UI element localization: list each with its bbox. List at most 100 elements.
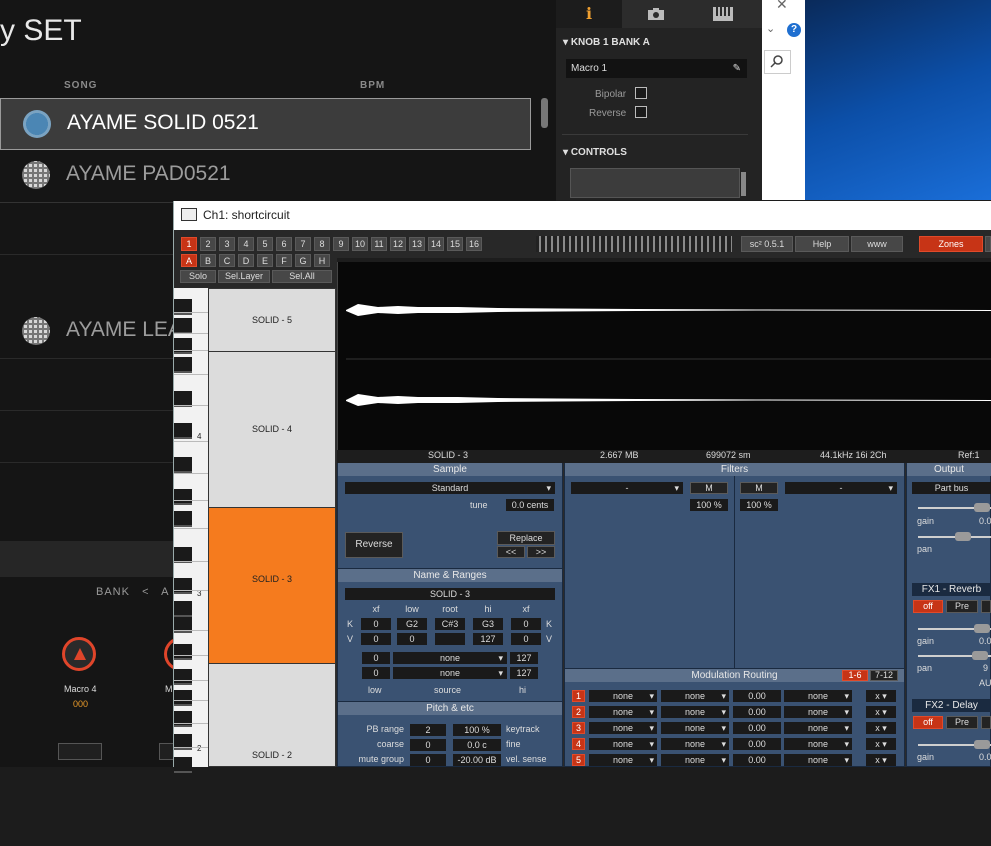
mod-amount[interactable]: 0.00 bbox=[733, 754, 781, 766]
part-button-11[interactable]: 11 bbox=[371, 237, 387, 251]
macro-name-field[interactable]: Macro 1 ✎ bbox=[566, 59, 747, 78]
black-key[interactable] bbox=[174, 423, 192, 439]
mod-slot-number[interactable]: 1 bbox=[572, 690, 585, 702]
velocity-range-value[interactable] bbox=[435, 633, 465, 645]
zone-block[interactable]: SOLID - 4 bbox=[208, 351, 336, 508]
mod-amount[interactable]: 0.00 bbox=[733, 722, 781, 734]
macro-knob[interactable] bbox=[62, 637, 96, 671]
mod-src2-dropdown[interactable]: none ▾ bbox=[661, 722, 729, 734]
sel-layer-button[interactable]: Sel.Layer bbox=[218, 270, 270, 283]
key-range-value[interactable]: 0 bbox=[511, 618, 541, 630]
search-box[interactable] bbox=[764, 50, 791, 74]
filter2-mix[interactable]: 100 % bbox=[740, 499, 778, 511]
layer-button-B[interactable]: B bbox=[200, 254, 216, 267]
zone-block[interactable]: SOLID - 5 bbox=[208, 288, 336, 352]
mod-amount[interactable]: 0.00 bbox=[733, 706, 781, 718]
song-list-scrollbar[interactable] bbox=[541, 98, 548, 128]
zone-block-selected[interactable]: SOLID - 3 bbox=[208, 507, 336, 664]
pitch-value[interactable]: 0.0 c bbox=[453, 739, 501, 751]
filter2-mode-button[interactable]: M bbox=[740, 482, 778, 494]
knob-bank-heading[interactable]: ▾ KNOB 1 BANK A bbox=[563, 37, 650, 48]
mod-curve-dropdown[interactable]: x ▾ bbox=[866, 738, 896, 750]
playmode-dropdown[interactable]: Standard ▾ bbox=[345, 482, 555, 494]
bipolar-checkbox[interactable] bbox=[635, 87, 647, 99]
sel-all-button[interactable]: Sel.All bbox=[272, 270, 332, 283]
mod-src-dropdown[interactable]: none ▾ bbox=[589, 738, 657, 750]
filter1-type-dropdown[interactable]: - ▾ bbox=[571, 482, 683, 494]
mod-curve-dropdown[interactable]: x ▾ bbox=[866, 722, 896, 734]
mod-src2-dropdown[interactable]: none ▾ bbox=[661, 706, 729, 718]
layer-button-H[interactable]: H bbox=[314, 254, 330, 267]
part-button-3[interactable]: 3 bbox=[219, 237, 235, 251]
reverse-button[interactable]: Reverse bbox=[345, 532, 403, 558]
black-key[interactable] bbox=[174, 489, 192, 505]
part-button-13[interactable]: 13 bbox=[409, 237, 425, 251]
gain-slider-handle[interactable] bbox=[974, 503, 990, 512]
layer-button-F[interactable]: F bbox=[276, 254, 292, 267]
velocity-range-value[interactable]: 0 bbox=[397, 633, 427, 645]
black-key[interactable] bbox=[174, 711, 192, 727]
close-icon[interactable]: ✕ bbox=[776, 0, 788, 13]
black-key[interactable] bbox=[174, 338, 192, 354]
controls-area[interactable] bbox=[570, 168, 740, 198]
filter2-type-dropdown[interactable]: - ▾ bbox=[785, 482, 897, 494]
layer-button-E[interactable]: E bbox=[257, 254, 273, 267]
layer-button-C[interactable]: C bbox=[219, 254, 235, 267]
source-low-value[interactable]: 0 bbox=[362, 667, 390, 679]
part-button-15[interactable]: 15 bbox=[447, 237, 463, 251]
mod-slot-number[interactable]: 2 bbox=[572, 706, 585, 718]
mod-src-dropdown[interactable]: none ▾ bbox=[589, 690, 657, 702]
part-button-6[interactable]: 6 bbox=[276, 237, 292, 251]
layer-button-G[interactable]: G bbox=[295, 254, 311, 267]
mod-tab-1-6[interactable]: 1-6 bbox=[842, 670, 868, 681]
part-button-8[interactable]: 8 bbox=[314, 237, 330, 251]
filter1-mix[interactable]: 100 % bbox=[690, 499, 728, 511]
controls-heading[interactable]: ▾ CONTROLS bbox=[563, 147, 627, 158]
fx2-pre-button[interactable]: Pre bbox=[946, 716, 978, 729]
mini-keyboard[interactable] bbox=[536, 236, 732, 252]
mod-slot-number[interactable]: 4 bbox=[572, 738, 585, 750]
black-key[interactable] bbox=[174, 644, 192, 660]
macro-slot[interactable] bbox=[58, 743, 102, 760]
key-range-value[interactable]: G3 bbox=[473, 618, 503, 630]
layer-button-D[interactable]: D bbox=[238, 254, 254, 267]
fx2-gain-handle[interactable] bbox=[974, 740, 990, 749]
song-row[interactable]: AYAME PAD0521 bbox=[0, 150, 529, 200]
part-button-9[interactable]: 9 bbox=[333, 237, 349, 251]
toolbar-button[interactable] bbox=[985, 236, 991, 252]
layer-button-A[interactable]: A bbox=[181, 254, 197, 267]
source-hi-value[interactable]: 127 bbox=[510, 667, 538, 679]
window-titlebar[interactable] bbox=[174, 201, 991, 230]
part-bus-selector[interactable]: Part bus bbox=[912, 482, 991, 494]
mod-dst-dropdown[interactable]: none ▾ bbox=[784, 754, 852, 766]
mod-dst-dropdown[interactable]: none ▾ bbox=[784, 706, 852, 718]
black-key[interactable] bbox=[174, 511, 192, 527]
pitch-value[interactable]: 100 % bbox=[453, 724, 501, 736]
mod-tab-7-12[interactable]: 7-12 bbox=[870, 670, 898, 681]
zone-block[interactable]: SOLID - 2 bbox=[208, 663, 336, 767]
part-button-14[interactable]: 14 bbox=[428, 237, 444, 251]
black-key[interactable] bbox=[174, 757, 192, 773]
bank-prev-button[interactable]: < bbox=[142, 586, 149, 598]
black-key[interactable] bbox=[174, 601, 192, 617]
tab-keyboard[interactable] bbox=[690, 0, 756, 28]
mod-curve-dropdown[interactable]: x ▾ bbox=[866, 706, 896, 718]
zone-name-field[interactable]: SOLID - 3 bbox=[345, 588, 555, 600]
part-button-12[interactable]: 12 bbox=[390, 237, 406, 251]
filter1-mode-button[interactable]: M bbox=[690, 482, 728, 494]
mod-amount[interactable]: 0.00 bbox=[733, 690, 781, 702]
black-key[interactable] bbox=[174, 578, 192, 594]
part-button-10[interactable]: 10 bbox=[352, 237, 368, 251]
velocity-range-value[interactable]: 0 bbox=[361, 633, 391, 645]
black-key[interactable] bbox=[174, 318, 192, 334]
mod-dst-dropdown[interactable]: none ▾ bbox=[784, 690, 852, 702]
tune-value[interactable]: 0.0 cents bbox=[506, 499, 554, 511]
mod-src2-dropdown[interactable]: none ▾ bbox=[661, 754, 729, 766]
pitch-value[interactable]: -20.00 dB bbox=[453, 754, 501, 766]
fx2-off-button[interactable]: off bbox=[913, 716, 943, 729]
mod-amount[interactable]: 0.00 bbox=[733, 738, 781, 750]
mod-src2-dropdown[interactable]: none ▾ bbox=[661, 690, 729, 702]
fx1-post-button[interactable] bbox=[981, 600, 991, 613]
waveform-view[interactable] bbox=[337, 262, 991, 450]
fx1-pan-handle[interactable] bbox=[972, 651, 988, 660]
